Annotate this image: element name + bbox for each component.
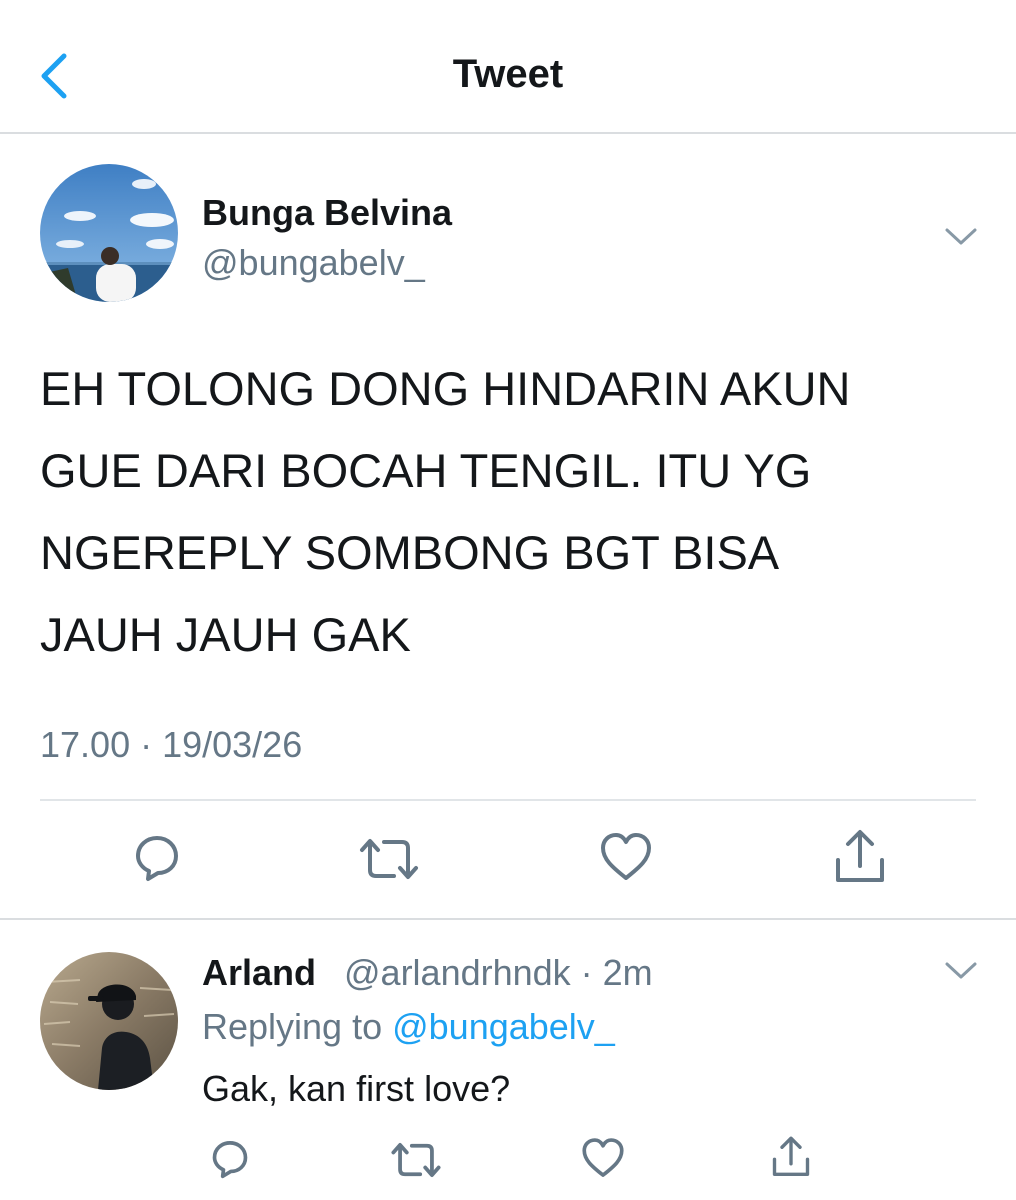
retweet-button[interactable]: [390, 1140, 442, 1180]
avatar[interactable]: [40, 164, 178, 302]
chevron-down-icon: [945, 228, 977, 245]
tweet-text: Gak, kan first love?: [202, 1068, 511, 1109]
display-name[interactable]: Bunga Belvina: [202, 192, 452, 234]
retweet-icon: [391, 1143, 441, 1177]
tweet-text: EH TOLONG DONG HINDARIN AKUN GUE DARI BO…: [40, 362, 851, 661]
retweet-icon: [360, 839, 418, 879]
tweet-options-button[interactable]: [944, 960, 978, 982]
chevron-down-icon: [945, 962, 977, 979]
replying-to-label: Replying to @bungabelv_: [202, 1006, 615, 1048]
replying-prefix: Replying to: [202, 1006, 393, 1047]
avatar[interactable]: [40, 952, 178, 1090]
tweet-timestamp: 17.00 · 19/03/26: [40, 724, 303, 765]
mention-link[interactable]: @bungabelv_: [392, 1006, 615, 1047]
user-handle-and-time[interactable]: @arlandrhndk · 2m: [344, 952, 653, 994]
divider: [0, 918, 1016, 920]
reply-button[interactable]: [130, 832, 184, 886]
heart-icon: [582, 1138, 624, 1177]
reply-icon: [136, 836, 178, 881]
retweet-button[interactable]: [358, 836, 420, 882]
share-button[interactable]: [832, 828, 888, 886]
display-name[interactable]: Arland: [202, 952, 316, 994]
tweet-options-button[interactable]: [944, 226, 978, 248]
share-button[interactable]: [770, 1134, 812, 1180]
page-title: Tweet: [452, 52, 564, 96]
heart-icon: [601, 833, 651, 880]
user-handle[interactable]: @bungabelv_: [202, 242, 425, 284]
top-nav-bar: Tweet: [0, 0, 1016, 134]
profile-photo: [40, 164, 178, 302]
profile-photo: [40, 952, 178, 1090]
divider: [40, 799, 976, 801]
share-icon: [772, 1136, 810, 1176]
like-button[interactable]: [580, 1136, 626, 1180]
share-icon: [836, 830, 884, 882]
reply-button[interactable]: [208, 1138, 252, 1182]
reply-icon: [212, 1141, 248, 1179]
like-button[interactable]: [598, 830, 654, 884]
